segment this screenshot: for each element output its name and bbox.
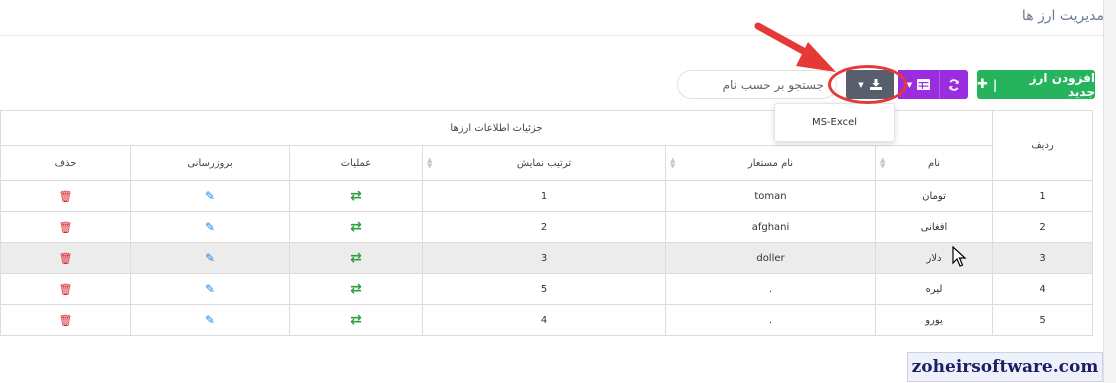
table-row: 🗑 ✎ ⇄ 3 doller دلار 3 xyxy=(0,242,1094,274)
edit-icon[interactable]: ✎ xyxy=(205,251,215,265)
trash-icon[interactable]: 🗑 xyxy=(59,314,73,327)
alias-cell: doller xyxy=(665,242,876,274)
row-number-header: ردیف xyxy=(992,110,1094,181)
pointer-arrow-icon xyxy=(754,22,836,72)
table-row: 🗑 ✎ ⇄ 2 afghani افغانی 2 xyxy=(0,211,1094,243)
sort-icon: ▲ ▼ xyxy=(427,156,433,170)
row-number-cell: 5 xyxy=(992,304,1094,336)
display-order-cell: 3 xyxy=(422,242,666,274)
edit-icon[interactable]: ✎ xyxy=(205,220,215,234)
row-number-cell: 3 xyxy=(992,242,1094,274)
column-header-alias[interactable]: ▲ ▼ نام مستعار xyxy=(665,145,876,181)
name-cell: دلار xyxy=(874,242,994,274)
row-number-cell: 4 xyxy=(992,273,1094,305)
export-menu-item-excel[interactable]: MS-Excel xyxy=(812,117,857,128)
column-header-update: بروزرسانی xyxy=(130,145,290,181)
trash-icon[interactable]: 🗑 xyxy=(59,221,73,234)
name-cell: افغانی xyxy=(874,211,994,243)
edit-icon[interactable]: ✎ xyxy=(205,282,215,296)
table-row: 🗑 ✎ ⇄ 5 . لیره 4 xyxy=(0,273,1094,305)
refresh-button[interactable] xyxy=(940,70,968,99)
swap-icon[interactable]: ⇄ xyxy=(350,312,362,328)
display-order-cell: 1 xyxy=(422,180,666,212)
display-order-cell: 5 xyxy=(422,273,666,305)
alias-cell: . xyxy=(665,304,876,336)
column-header-name[interactable]: ▲ ▼ نام xyxy=(874,145,994,181)
plus-icon: ✚ xyxy=(977,77,988,92)
alias-cell: toman xyxy=(665,180,876,212)
name-cell: یورو xyxy=(874,304,994,336)
refresh-icon xyxy=(949,78,959,91)
mouse-cursor-icon xyxy=(952,246,967,267)
trash-icon[interactable]: 🗑 xyxy=(59,283,73,296)
display-order-cell: 2 xyxy=(422,211,666,243)
edit-icon[interactable]: ✎ xyxy=(205,313,215,327)
swap-icon[interactable]: ⇄ xyxy=(350,188,362,204)
sort-icon: ▲ ▼ xyxy=(880,156,886,170)
swap-icon[interactable]: ⇄ xyxy=(350,219,362,235)
table-row: 🗑 ✎ ⇄ 1 toman تومان 1 xyxy=(0,180,1094,212)
name-cell: لیره xyxy=(874,273,994,305)
alias-cell: . xyxy=(665,273,876,305)
name-cell: تومان xyxy=(874,180,994,212)
alias-cell: afghani xyxy=(665,211,876,243)
page-title: مدیریت ارز ها xyxy=(1021,8,1104,24)
edit-icon[interactable]: ✎ xyxy=(205,189,215,203)
currencies-table: جزئیات اطلاعات ارزها ردیف حذف بروزرسانی … xyxy=(0,110,1094,336)
export-menu: MS-Excel xyxy=(774,103,895,142)
trash-icon[interactable]: 🗑 xyxy=(59,252,73,265)
swap-icon[interactable]: ⇄ xyxy=(350,250,362,266)
trash-icon[interactable]: 🗑 xyxy=(59,190,73,203)
watermark: zoheirsoftware.com xyxy=(907,352,1103,382)
table-row: 🗑 ✎ ⇄ 4 . یورو 5 xyxy=(0,304,1094,336)
row-number-cell: 1 xyxy=(992,180,1094,212)
title-divider xyxy=(0,35,1103,36)
page-scrollbar[interactable] xyxy=(1103,0,1116,383)
row-number-cell: 2 xyxy=(992,211,1094,243)
column-header-delete: حذف xyxy=(0,145,131,181)
sort-icon: ▲ ▼ xyxy=(670,156,676,170)
column-header-display-order[interactable]: ▲ ▼ ترتیب نمایش xyxy=(422,145,666,181)
chevron-down-icon: ▼ xyxy=(906,80,913,89)
add-currency-button[interactable]: افزودن ارز جدید | ✚ xyxy=(977,70,1095,99)
swap-icon[interactable]: ⇄ xyxy=(350,281,362,297)
add-currency-label: افزودن ارز جدید xyxy=(1029,70,1095,99)
column-header-operations: عملیات xyxy=(289,145,423,181)
columns-icon xyxy=(917,79,931,90)
display-order-cell: 4 xyxy=(422,304,666,336)
